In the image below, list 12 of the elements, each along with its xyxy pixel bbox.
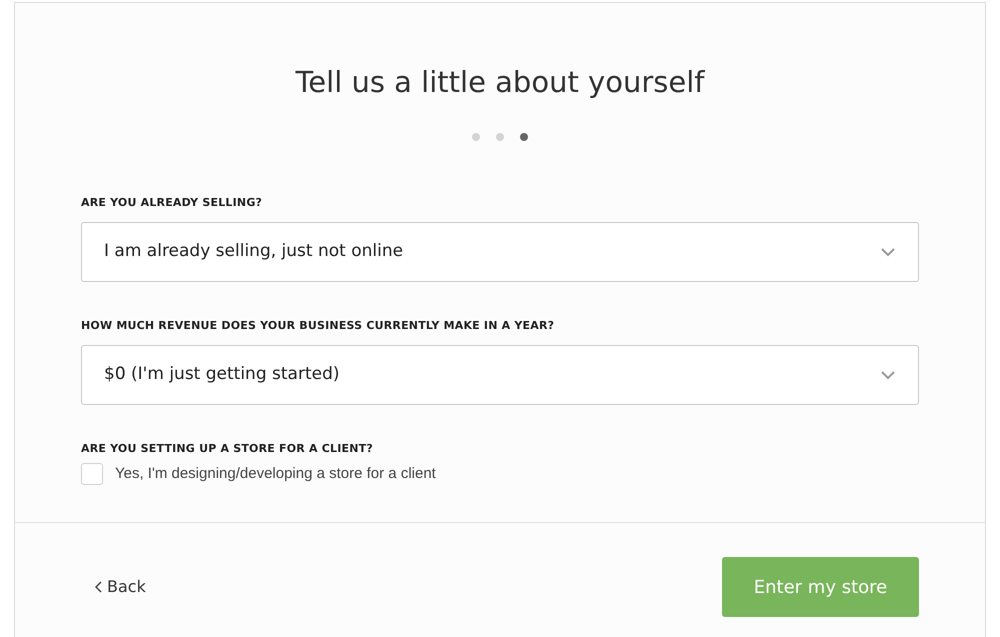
question-label: ARE YOU SETTING UP A STORE FOR A CLIENT? — [81, 441, 373, 457]
chevron-down-icon — [880, 370, 896, 380]
dropdown-select[interactable]: $0 (I'm just getting started) — [81, 345, 919, 405]
question-label: ARE YOU ALREADY SELLING? — [81, 195, 262, 211]
form-title: Tell us a little about yourself — [296, 64, 704, 101]
dropdown-select[interactable]: I am already selling, just not online — [81, 222, 919, 282]
checkbox-label[interactable]: Yes, I'm designing/developing a store for a client — [115, 463, 436, 486]
back-link[interactable]: Back — [95, 575, 146, 599]
question-label: HOW MUCH REVENUE DOES YOUR BUSINESS CURRENTLY MAKE IN A YEAR? — [81, 318, 554, 334]
chevron-down-icon — [880, 247, 896, 257]
checkbox[interactable] — [81, 463, 103, 486]
chevron-left-icon — [95, 581, 102, 593]
